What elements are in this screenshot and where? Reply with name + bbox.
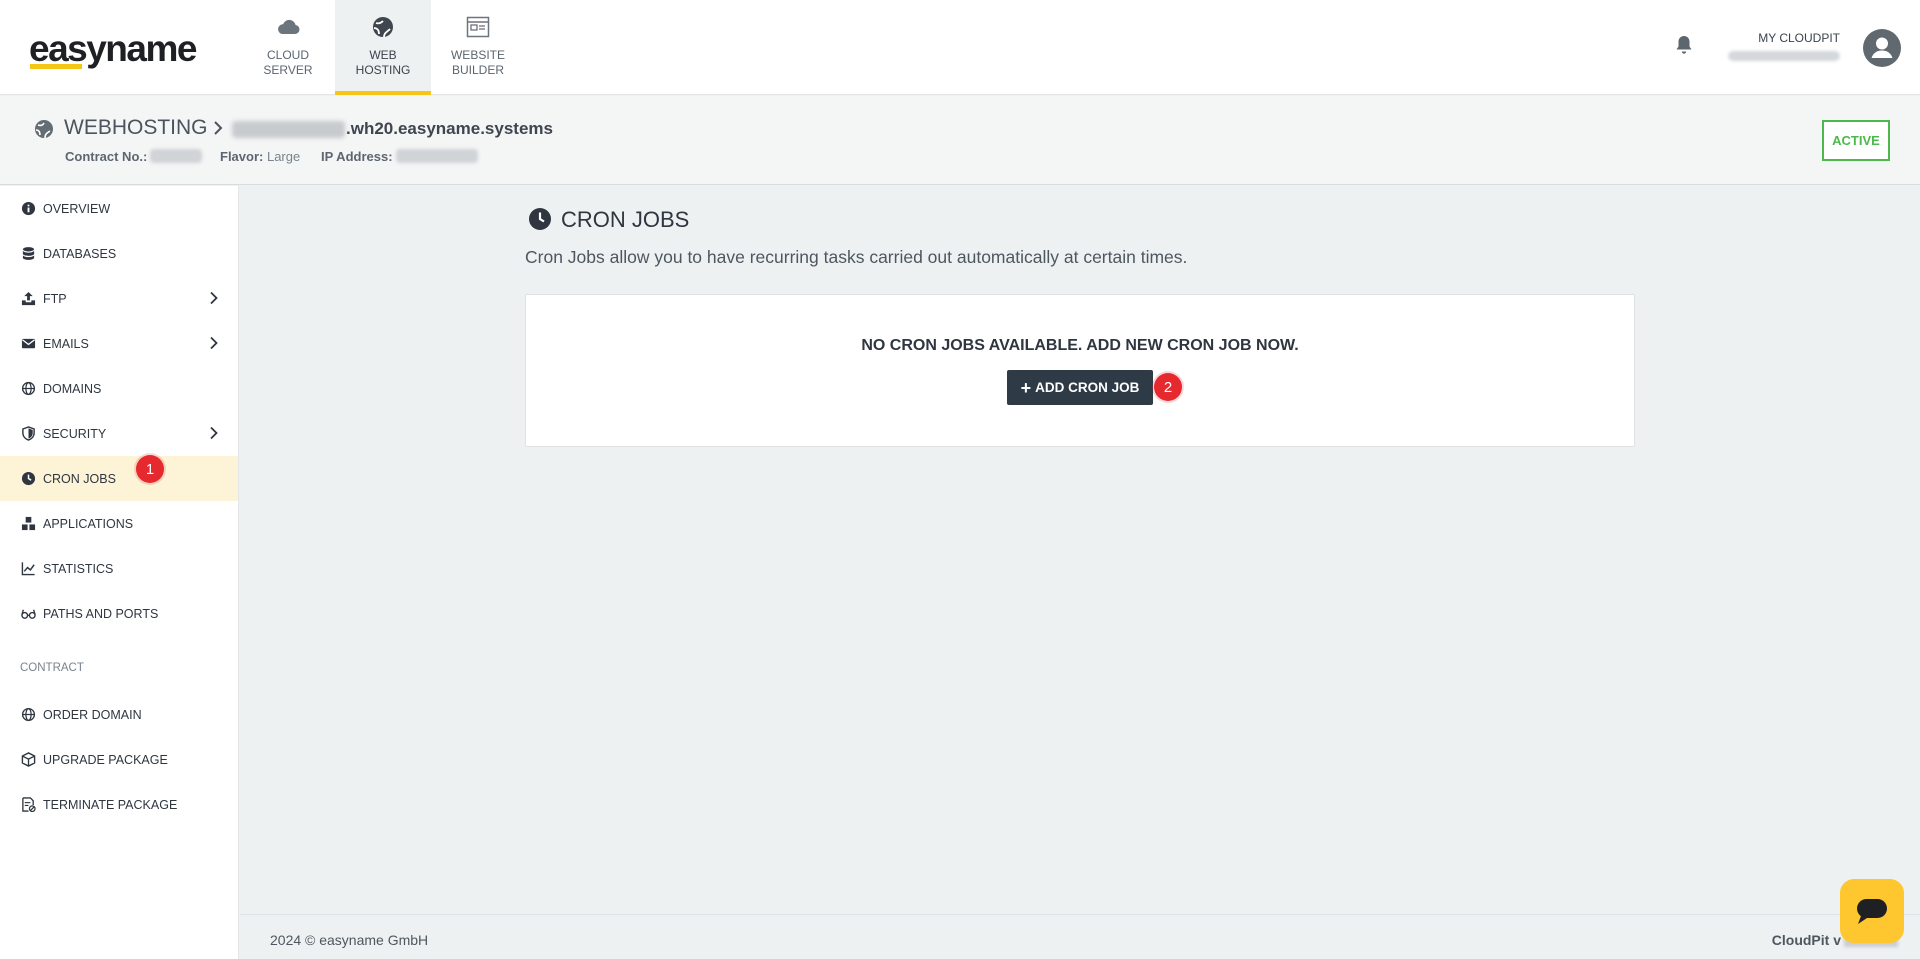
sidebar-item-label: DOMAINS xyxy=(43,381,102,396)
logo-underline xyxy=(30,64,82,69)
flavor-label: Flavor: xyxy=(220,149,264,164)
account-menu[interactable]: MY CLOUDPIT xyxy=(1720,31,1840,61)
document-cancel-icon xyxy=(22,797,36,812)
chevron-right-icon xyxy=(210,336,218,350)
add-cron-job-button[interactable]: + ADD CRON JOB xyxy=(1007,370,1153,405)
sidebar-item-emails[interactable]: EMAILS xyxy=(0,321,238,366)
page-description: Cron Jobs allow you to have recurring ta… xyxy=(525,247,1188,267)
ip-address-redacted xyxy=(396,149,478,163)
flavor-value: Large xyxy=(266,149,301,164)
user-icon xyxy=(1871,37,1893,58)
footer: 2024 © easyname GmbH CloudPit v xyxy=(240,914,1920,959)
notification-bell-icon[interactable] xyxy=(1674,34,1694,56)
breadcrumb-chevron-icon xyxy=(214,121,223,135)
sidebar-item-label: TERMINATE PACKAGE xyxy=(43,797,178,812)
nav-cloud-server-line2: SERVER xyxy=(263,63,313,77)
sidebar-item-statistics[interactable]: STATISTICS xyxy=(0,546,238,591)
sidebar-item-label: PATHS AND PORTS xyxy=(43,606,159,621)
plus-icon: + xyxy=(1020,377,1032,398)
sidebar-item-order-domain[interactable]: ORDER DOMAIN xyxy=(0,692,238,737)
breadcrumb-webhosting[interactable]: WEBHOSTING xyxy=(64,116,208,140)
sidebar-item-label: OVERVIEW xyxy=(43,201,111,216)
nav-web-hosting-line2: HOSTING xyxy=(355,63,411,77)
webhosting-globe-icon xyxy=(35,120,53,139)
breadcrumb-hostname: .wh20.easyname.systems xyxy=(346,119,553,138)
nav-website-builder-line1: WEBSITE xyxy=(450,48,505,62)
flavor-info: Flavor: Large xyxy=(220,149,300,164)
nav-cloud-server-line1: CLOUD xyxy=(266,48,309,62)
chevron-right-icon xyxy=(210,426,218,440)
sidebar-item-label: FTP xyxy=(43,291,67,306)
chat-bubble-icon xyxy=(1857,899,1887,924)
sidebar-item-databases[interactable]: DATABASES xyxy=(0,231,238,276)
account-email-redacted xyxy=(1728,51,1840,61)
nav-web-hosting-line1: WEB xyxy=(369,48,397,62)
sidebar-item-paths-and-ports[interactable]: PATHS AND PORTS xyxy=(0,591,238,636)
globe-icon xyxy=(373,17,393,38)
top-navigation-bar: easyname CLOUD SERVER WEB HOSTING WEBSIT… xyxy=(0,0,1920,95)
database-icon xyxy=(22,247,35,260)
chevron-right-icon xyxy=(210,291,218,305)
sidebar-item-cron-jobs[interactable]: CRON JOBS xyxy=(0,456,238,501)
sidebar-item-domains[interactable]: DOMAINS xyxy=(0,366,238,411)
sidebar-item-label: CRON JOBS xyxy=(43,471,116,486)
shield-icon xyxy=(22,426,35,441)
contract-label: Contract No.: xyxy=(65,149,148,164)
avatar[interactable] xyxy=(1863,29,1901,67)
clock-icon xyxy=(529,208,551,230)
envelope-icon xyxy=(21,338,36,349)
sidebar: OVERVIEW DATABASES FTP EMAILS DOMAINS SE… xyxy=(0,186,239,959)
sidebar-item-label: UPGRADE PACKAGE xyxy=(43,752,168,767)
info-icon xyxy=(21,201,36,216)
sidebar-item-upgrade-package[interactable]: UPGRADE PACKAGE xyxy=(0,737,238,782)
sidebar-item-overview[interactable]: OVERVIEW xyxy=(0,186,238,231)
page-title: CRON JOBS xyxy=(561,207,690,232)
nav-cloud-server[interactable]: CLOUD SERVER xyxy=(240,0,336,95)
box-icon xyxy=(21,752,36,767)
sidebar-item-label: STATISTICS xyxy=(43,561,114,576)
contract-number-redacted xyxy=(150,149,202,163)
contract-section-label: CONTRACT xyxy=(20,662,84,674)
sidebar-item-terminate-package[interactable]: TERMINATE PACKAGE xyxy=(0,782,238,827)
chat-button[interactable] xyxy=(1840,879,1904,943)
sidebar-item-label: APPLICATIONS xyxy=(43,516,134,531)
step-badge-2: 2 xyxy=(1154,373,1182,401)
clock-icon xyxy=(21,471,36,486)
website-builder-icon xyxy=(466,16,490,38)
webhosting-header xyxy=(0,96,1920,185)
chart-line-icon xyxy=(21,562,35,576)
account-label: MY CLOUDPIT xyxy=(1758,31,1840,45)
host-prefix-redacted xyxy=(232,121,345,138)
empty-state-message: NO CRON JOBS AVAILABLE. ADD NEW CRON JOB… xyxy=(861,337,1299,354)
copyright-text: 2024 © easyname GmbH xyxy=(270,932,429,948)
globe-icon xyxy=(21,381,36,396)
sidebar-item-applications[interactable]: APPLICATIONS xyxy=(0,501,238,546)
version-label: CloudPit v xyxy=(1771,932,1841,948)
sidebar-item-label: ORDER DOMAIN xyxy=(43,707,142,722)
sidebar-item-security[interactable]: SECURITY xyxy=(0,411,238,456)
glasses-icon xyxy=(21,609,36,619)
sidebar-item-label: SECURITY xyxy=(43,426,107,441)
add-cron-job-label: ADD CRON JOB xyxy=(1035,380,1140,395)
nav-website-builder[interactable]: WEBSITE BUILDER xyxy=(430,0,526,95)
sidebar-item-ftp[interactable]: FTP xyxy=(0,276,238,321)
upload-icon xyxy=(21,291,36,306)
ip-address-label: IP Address: xyxy=(321,149,393,164)
step-badge-1: 1 xyxy=(136,455,164,483)
cloud-icon xyxy=(278,19,300,34)
sidebar-item-label: DATABASES xyxy=(43,246,117,261)
sidebar-item-label: EMAILS xyxy=(43,336,89,351)
nav-web-hosting[interactable]: WEB HOSTING xyxy=(335,0,431,95)
globe-icon xyxy=(21,707,36,722)
easyname-logo[interactable]: easyname xyxy=(29,30,197,67)
cron-jobs-empty-card: NO CRON JOBS AVAILABLE. ADD NEW CRON JOB… xyxy=(525,294,1635,447)
applications-icon xyxy=(21,516,36,531)
status-badge: ACTIVE xyxy=(1822,120,1890,161)
nav-website-builder-line2: BUILDER xyxy=(451,63,504,77)
